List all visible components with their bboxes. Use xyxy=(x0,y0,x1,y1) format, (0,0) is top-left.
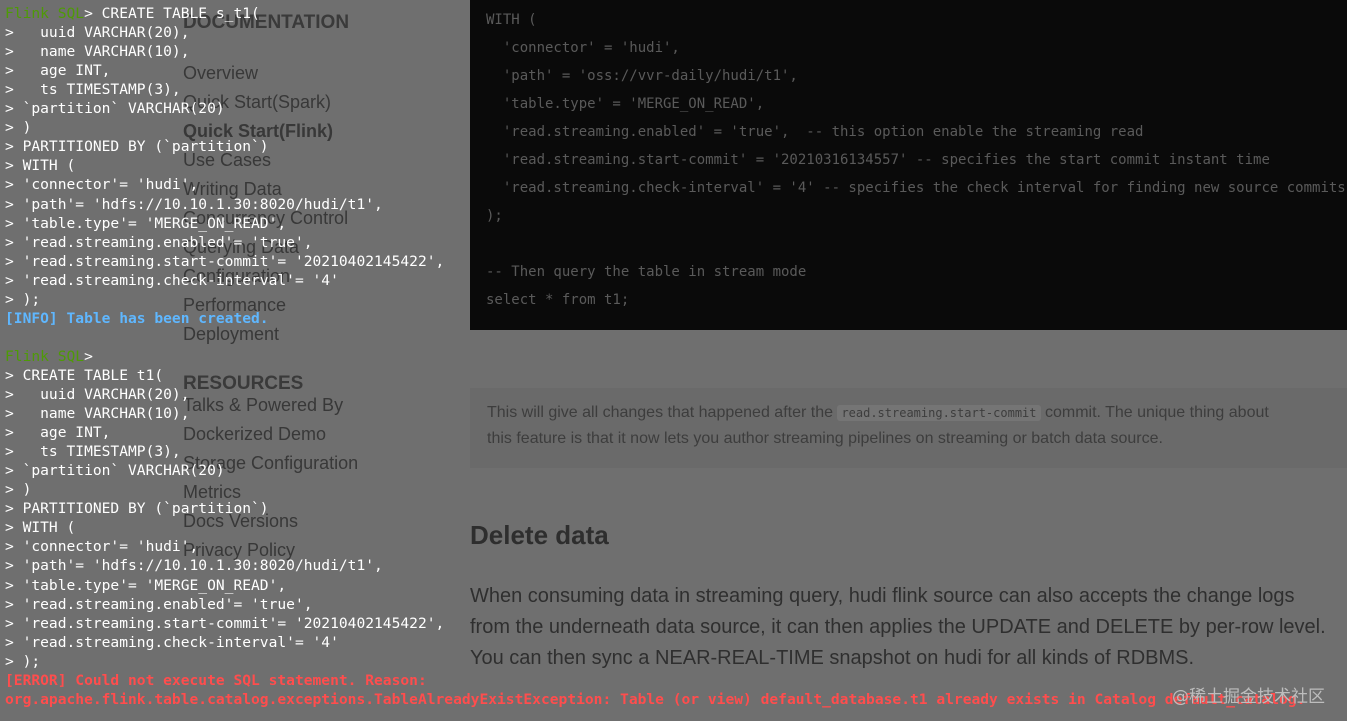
terminal-line-text: > PARTITIONED BY (`partition`) xyxy=(5,138,269,156)
terminal-line-text: > 'read.streaming.start-commit'= '202104… xyxy=(5,252,445,270)
terminal-output-line: > WITH ( xyxy=(5,518,75,537)
terminal-line-text: > 'connector'= 'hudi', xyxy=(5,176,199,194)
terminal-line-text: > 'read.streaming.enabled'= 'true', xyxy=(5,595,313,613)
terminal-prompt-line: Flink SQL> CREATE TABLE s_t1( xyxy=(5,4,260,23)
terminal-line-text: [ERROR] Could not execute SQL statement.… xyxy=(5,671,427,689)
terminal-output-line: > 'connector'= 'hudi', xyxy=(5,537,198,556)
terminal-output-line: > PARTITIONED BY (`partition`) xyxy=(5,137,269,156)
terminal-output-line: > 'table.type'= 'MERGE_ON_READ', xyxy=(5,214,286,233)
terminal-line-text: > xyxy=(84,347,93,365)
terminal-line-text: > 'read.streaming.enabled'= 'true', xyxy=(5,233,313,251)
terminal-window[interactable]: Flink SQL> CREATE TABLE s_t1(> uuid VARC… xyxy=(0,0,1347,721)
terminal-output-line: > age INT, xyxy=(5,61,110,80)
terminal-line-text: > WITH ( xyxy=(5,519,76,537)
terminal-output-line: > 'read.streaming.enabled'= 'true', xyxy=(5,233,313,252)
terminal-line-text: > 'path'= 'hdfs://10.10.1.30:8020/hudi/t… xyxy=(5,195,383,213)
terminal-line-text: > CREATE TABLE t1( xyxy=(5,366,164,384)
terminal-output-line: > 'read.streaming.enabled'= 'true', xyxy=(5,595,313,614)
terminal-line-text: > ) xyxy=(5,119,32,137)
terminal-output-line: > ts TIMESTAMP(3), xyxy=(5,442,181,461)
terminal-line-text: > 'table.type'= 'MERGE_ON_READ', xyxy=(5,576,287,594)
terminal-line-text: > `partition` VARCHAR(20) xyxy=(5,100,225,118)
terminal-line-text: > ts TIMESTAMP(3), xyxy=(5,81,181,99)
terminal-line-text: > 'connector'= 'hudi', xyxy=(5,538,199,556)
terminal-output-line: > 'path'= 'hdfs://10.10.1.30:8020/hudi/t… xyxy=(5,556,383,575)
terminal-line-text: > ); xyxy=(5,652,41,670)
terminal-line-text: > uuid VARCHAR(20), xyxy=(5,386,190,403)
terminal-line-text: > CREATE TABLE s_t1( xyxy=(84,5,260,22)
terminal-output-line: > ts TIMESTAMP(3), xyxy=(5,80,181,99)
terminal-error-message: [ERROR] Could not execute SQL statement.… xyxy=(5,671,427,690)
terminal-output-line: > ) xyxy=(5,480,31,499)
terminal-output-line: > `partition` VARCHAR(20) xyxy=(5,461,225,480)
terminal-output-line: > 'read.streaming.start-commit'= '202104… xyxy=(5,614,444,633)
terminal-line-text: > name VARCHAR(10), xyxy=(5,405,190,423)
terminal-line-text: > WITH ( xyxy=(5,157,76,175)
terminal-output-line: > ) xyxy=(5,118,31,137)
terminal-line-text: > PARTITIONED BY (`partition`) xyxy=(5,500,269,518)
terminal-output-line: > uuid VARCHAR(20), xyxy=(5,385,190,404)
terminal-output-line: > ); xyxy=(5,652,40,671)
terminal-line-text: > age INT, xyxy=(5,62,111,80)
terminal-output-line: > CREATE TABLE t1( xyxy=(5,366,163,385)
terminal-line-text: > ); xyxy=(5,290,41,308)
terminal-line-text: > `partition` VARCHAR(20) xyxy=(5,462,225,480)
terminal-line-text: > ) xyxy=(5,481,32,499)
terminal-line-text: > uuid VARCHAR(20), xyxy=(5,24,190,42)
terminal-output-line: > name VARCHAR(10), xyxy=(5,404,190,423)
terminal-output-line: > 'path'= 'hdfs://10.10.1.30:8020/hudi/t… xyxy=(5,195,383,214)
terminal-output-line: > 'connector'= 'hudi', xyxy=(5,175,198,194)
watermark: @稀土掘金技术社区 xyxy=(1172,687,1325,707)
terminal-line-text: > 'read.streaming.check-interval'= '4' xyxy=(5,271,339,289)
terminal-line-text: > 'read.streaming.start-commit'= '202104… xyxy=(5,614,445,632)
terminal-output-line: > uuid VARCHAR(20), xyxy=(5,23,190,42)
prompt-label: Flink SQL xyxy=(5,347,85,365)
terminal-output-line: > ); xyxy=(5,290,40,309)
terminal-output-line: > 'read.streaming.check-interval'= '4' xyxy=(5,633,339,652)
terminal-prompt-line: Flink SQL> xyxy=(5,347,93,366)
terminal-output-line: > `partition` VARCHAR(20) xyxy=(5,99,225,118)
terminal-output-line: > name VARCHAR(10), xyxy=(5,42,190,61)
terminal-line-text: org.apache.flink.table.catalog.exception… xyxy=(5,690,1306,708)
terminal-line-text: > 'read.streaming.check-interval'= '4' xyxy=(5,633,339,651)
terminal-line-text: > age INT, xyxy=(5,424,111,442)
terminal-output-line: > WITH ( xyxy=(5,156,75,175)
terminal-output-line: > 'read.streaming.check-interval'= '4' xyxy=(5,271,339,290)
terminal-output-line: > PARTITIONED BY (`partition`) xyxy=(5,499,269,518)
prompt-label: Flink SQL xyxy=(5,5,85,22)
terminal-info-message: [INFO] Table has been created. xyxy=(5,309,269,328)
terminal-error-message: org.apache.flink.table.catalog.exception… xyxy=(5,690,1305,709)
terminal-output-line: > age INT, xyxy=(5,423,110,442)
terminal-line-text: > 'path'= 'hdfs://10.10.1.30:8020/hudi/t… xyxy=(5,557,383,575)
terminal-output-line: > 'read.streaming.start-commit'= '202104… xyxy=(5,252,444,271)
terminal-output-line: > 'table.type'= 'MERGE_ON_READ', xyxy=(5,576,286,595)
terminal-line-text: [INFO] Table has been created. xyxy=(5,309,269,327)
terminal-line-text: > ts TIMESTAMP(3), xyxy=(5,443,181,461)
terminal-line-text: > name VARCHAR(10), xyxy=(5,43,190,61)
terminal-line-text: > 'table.type'= 'MERGE_ON_READ', xyxy=(5,214,287,232)
